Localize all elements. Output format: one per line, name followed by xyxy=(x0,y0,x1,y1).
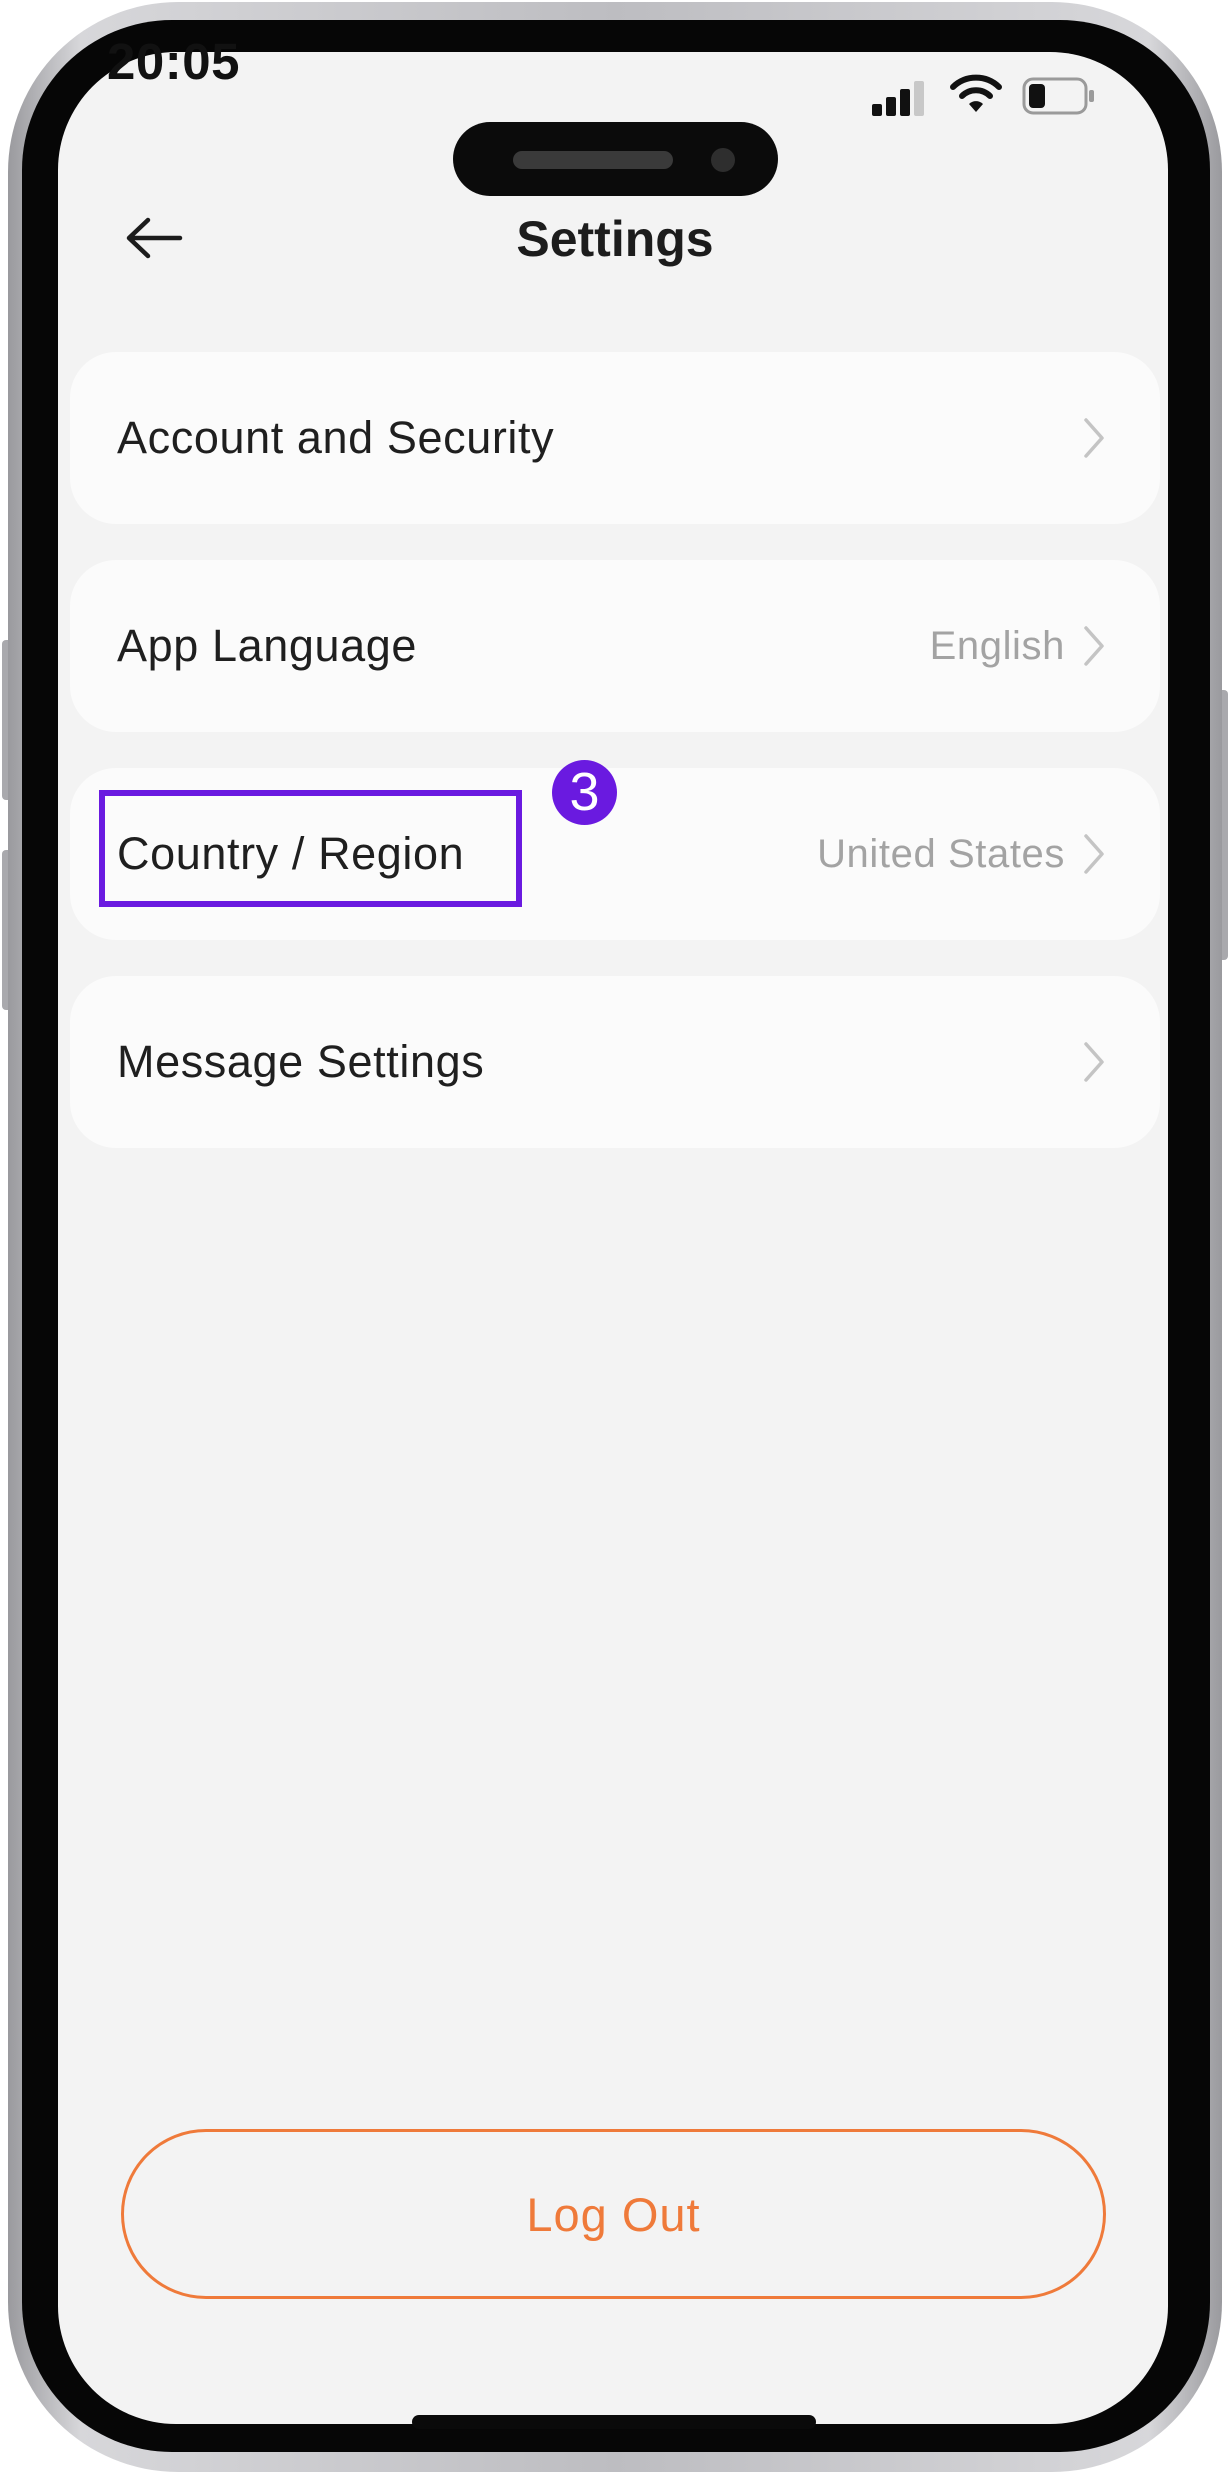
status-time: 20:05 xyxy=(107,33,240,90)
settings-item-message-settings[interactable]: Message Settings xyxy=(70,976,1160,1148)
chevron-right-icon xyxy=(1084,626,1104,666)
settings-item-label: Account and Security xyxy=(117,412,555,463)
cellular-signal-icon xyxy=(872,80,932,116)
chevron-right-icon xyxy=(1084,834,1104,874)
annotation-highlight-box xyxy=(99,790,522,907)
front-camera xyxy=(711,148,735,172)
wifi-icon xyxy=(950,74,1002,119)
page-title: Settings xyxy=(516,211,714,267)
chevron-right-icon xyxy=(1084,1042,1104,1082)
settings-item-account-security[interactable]: Account and Security xyxy=(70,352,1160,524)
logout-label: Log Out xyxy=(526,2187,701,2241)
settings-item-app-language[interactable]: App Language English xyxy=(70,560,1160,732)
home-indicator[interactable] xyxy=(412,2415,816,2429)
chevron-right-icon xyxy=(1084,418,1104,458)
settings-item-value: United States xyxy=(817,832,1065,876)
back-button[interactable] xyxy=(118,208,190,268)
settings-item-label: Message Settings xyxy=(117,1036,485,1087)
annotation-step-badge: 3 xyxy=(552,760,617,825)
speaker-grille xyxy=(513,151,673,169)
arrow-left-icon xyxy=(126,217,183,259)
battery-icon xyxy=(1022,77,1096,120)
dynamic-island xyxy=(453,122,778,196)
phone-mockup: 20:05 Settings Account and Security App … xyxy=(0,0,1230,2475)
settings-item-label: App Language xyxy=(117,620,417,671)
settings-item-value: English xyxy=(929,624,1065,668)
logout-button[interactable]: Log Out xyxy=(121,2129,1106,2299)
